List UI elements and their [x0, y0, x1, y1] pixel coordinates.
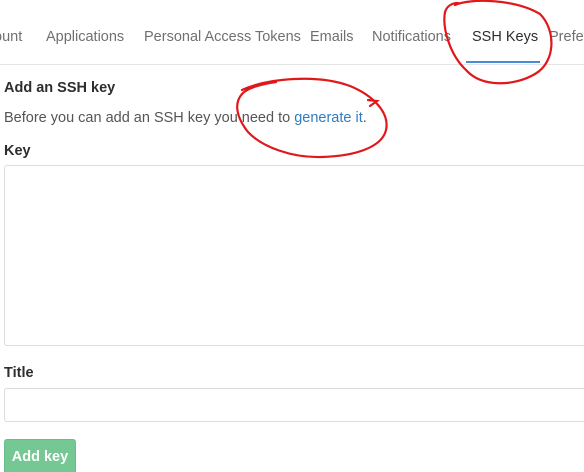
intro-text-prefix: Before you can add an SSH key you need t… — [4, 110, 295, 126]
key-textarea[interactable] — [4, 165, 584, 346]
tab-applications[interactable]: Applications — [46, 28, 124, 46]
tab-ssh-keys[interactable]: SSH Keys — [472, 28, 538, 46]
intro-text-suffix: . — [362, 110, 367, 126]
tab-notifications[interactable]: Notifications — [372, 28, 451, 46]
add-ssh-key-heading: Add an SSH key — [4, 80, 116, 96]
tab-emails[interactable]: Emails — [310, 28, 354, 46]
ssh-keys-page: ount Applications Personal Access Tokens… — [0, 0, 584, 472]
active-tab-indicator — [466, 61, 540, 63]
settings-tabs: ount Applications Personal Access Tokens… — [0, 0, 584, 65]
key-label: Key — [4, 143, 31, 159]
title-label: Title — [4, 365, 34, 381]
tab-personal-access-tokens[interactable]: Personal Access Tokens — [144, 28, 301, 46]
title-input[interactable] — [4, 388, 584, 422]
generate-key-link[interactable]: generate it — [294, 110, 363, 126]
tab-account[interactable]: ount — [0, 28, 22, 46]
intro-text: Before you can add an SSH key you need t… — [4, 110, 367, 126]
add-key-button[interactable]: Add key — [4, 439, 76, 472]
tab-preferences[interactable]: Prefer — [549, 28, 584, 46]
